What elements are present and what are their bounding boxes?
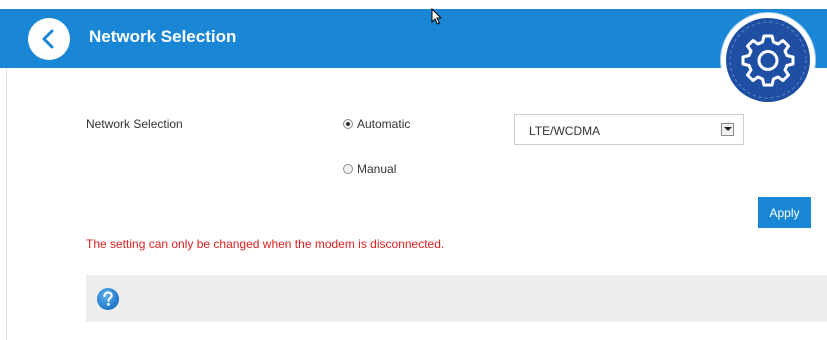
warning-message: The setting can only be changed when the… [86,237,445,251]
radio-manual-indicator[interactable] [343,164,353,174]
header-bar: Network Selection [0,0,827,68]
back-button[interactable] [28,18,70,60]
network-selection-label: Network Selection [86,117,183,131]
network-type-select[interactable]: LTE/WCDMA [514,114,744,145]
mouse-cursor-icon [431,8,443,25]
chevron-down-icon[interactable] [721,123,734,136]
radio-manual[interactable]: Manual [343,162,396,176]
chevron-left-icon [42,29,54,49]
page-title: Network Selection [89,27,237,46]
apply-button[interactable]: Apply [758,197,811,228]
radio-automatic[interactable]: Automatic [343,117,410,131]
top-strip [0,0,827,9]
content-border [6,68,7,340]
radio-automatic-label: Automatic [357,117,411,131]
network-type-value: LTE/WCDMA [529,124,601,138]
gear-icon [729,21,807,99]
radio-manual-label: Manual [357,162,397,176]
radio-automatic-indicator[interactable] [343,119,353,129]
network-selection-page: Network Selection Network Selection Auto… [0,0,827,340]
question-icon[interactable] [96,287,120,311]
help-bar [86,275,827,322]
settings-badge [721,13,815,107]
